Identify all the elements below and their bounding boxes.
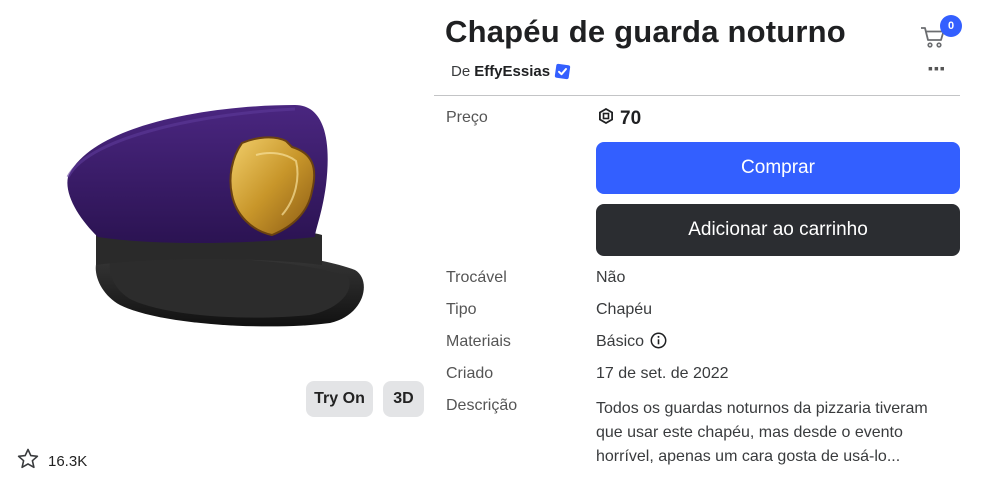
night-guard-hat-image — [66, 105, 364, 327]
cart-count-badge: 0 — [940, 15, 962, 37]
favorite-count: 16.3K — [48, 453, 88, 470]
more-icon[interactable]: ▪▪▪ — [928, 61, 946, 75]
materials-label: Materiais — [446, 333, 511, 350]
price-label: Preço — [446, 109, 488, 126]
item-title: Chapéu de guarda noturno — [445, 14, 846, 49]
type-label: Tipo — [446, 301, 477, 318]
tradable-label: Trocável — [446, 269, 507, 286]
type-value: Chapéu — [596, 301, 653, 318]
verified-icon — [554, 63, 571, 80]
info-icon[interactable] — [650, 332, 667, 349]
header-divider — [434, 95, 960, 96]
add-to-cart-button[interactable]: Adicionar ao carrinho — [596, 204, 960, 256]
star-icon — [16, 447, 40, 476]
creator-prefix: De — [451, 63, 471, 80]
materials-value: Básico — [596, 333, 645, 350]
item-thumbnail — [60, 95, 380, 335]
try-on-button[interactable]: Try On — [306, 381, 373, 417]
tradable-value: Não — [596, 269, 626, 286]
view-3d-button[interactable]: 3D — [383, 381, 424, 417]
favorite-toggle[interactable]: 16.3K — [16, 447, 87, 476]
price-value: 70 — [598, 107, 642, 130]
robux-icon — [598, 107, 614, 130]
created-value: 17 de set. de 2022 — [596, 365, 729, 382]
description-text: Todos os guardas noturnos da pizzaria ti… — [596, 400, 928, 465]
price-amount: 70 — [620, 108, 642, 129]
materials-row: Básico — [596, 332, 667, 351]
creator-link[interactable]: EffyEssias — [474, 63, 550, 80]
creator-line: De EffyEssias — [451, 63, 571, 80]
buy-button[interactable]: Comprar — [596, 142, 960, 194]
created-label: Criado — [446, 365, 494, 382]
description-label: Descrição — [446, 397, 518, 414]
